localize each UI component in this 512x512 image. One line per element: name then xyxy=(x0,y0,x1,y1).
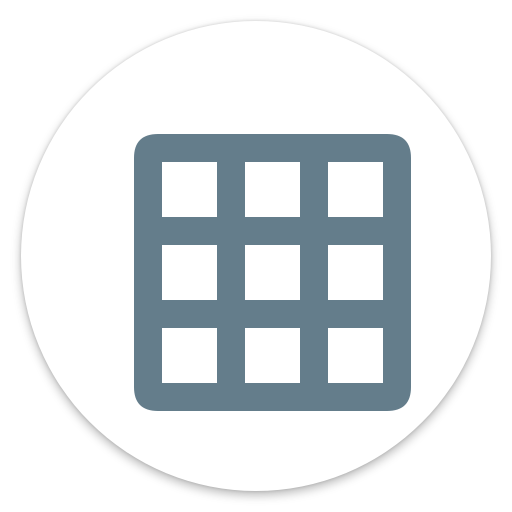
grid-3x3-icon-shape xyxy=(134,134,411,411)
app-icon-circle[interactable] xyxy=(21,21,491,491)
launcher-canvas xyxy=(0,0,512,512)
grid-3x3-icon xyxy=(134,134,411,411)
